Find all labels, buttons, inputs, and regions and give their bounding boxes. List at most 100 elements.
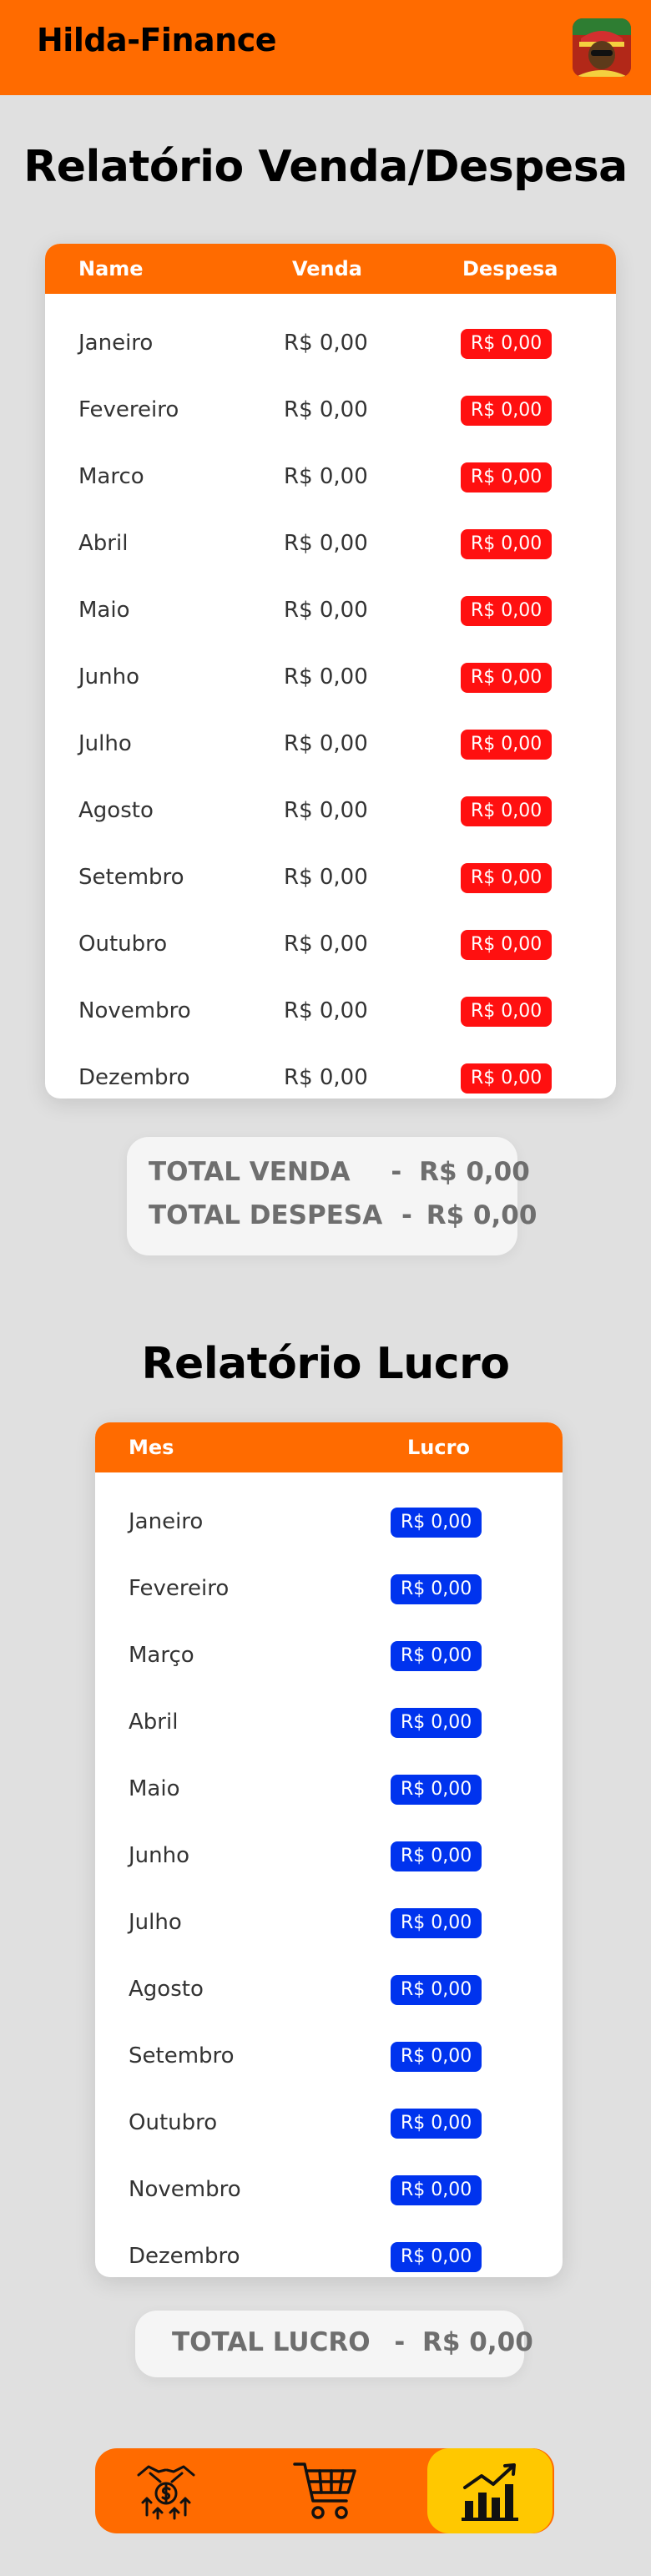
despesa-badge: R$ 0,00 <box>461 1063 553 1094</box>
month-name: Marco <box>78 464 144 489</box>
table-header: Name Venda Despesa <box>45 244 616 294</box>
nav-item-relatorios[interactable] <box>427 2448 553 2533</box>
month-name: Outubro <box>78 932 168 957</box>
lucro-badge: R$ 0,00 <box>391 1641 482 1671</box>
table-row: Dezembro R$ 0,00 <box>95 2224 563 2277</box>
venda-despesa-title: Relatório Venda/Despesa <box>23 142 628 192</box>
lucro-badge: R$ 0,00 <box>391 1708 482 1738</box>
total-venda-label: TOTAL VENDA <box>149 1157 351 1187</box>
column-header-mes: Mes <box>129 1436 174 1459</box>
table-row: Fevereiro R$ 0,00 <box>95 1556 563 1623</box>
total-lucro-line: TOTAL LUCRO - R$ 0,00 <box>172 2327 533 2357</box>
table-row: Julho R$ 0,00 R$ 0,00 <box>45 711 616 778</box>
venda-value: R$ 0,00 <box>284 731 368 756</box>
month-name: Junho <box>78 664 140 689</box>
lucro-badge: R$ 0,00 <box>391 1508 482 1538</box>
lucro-badge: R$ 0,00 <box>391 2109 482 2139</box>
table-row: Novembro R$ 0,00 <box>95 2157 563 2224</box>
table-row: Dezembro R$ 0,00 R$ 0,00 <box>45 1045 616 1099</box>
month-name: Abril <box>78 531 129 556</box>
total-lucro-box: TOTAL LUCRO - R$ 0,00 <box>135 2311 533 2377</box>
despesa-badge: R$ 0,00 <box>461 329 553 359</box>
lucro-title: Relatório Lucro <box>141 1339 510 1389</box>
total-lucro-value: R$ 0,00 <box>422 2327 533 2357</box>
table-row: Fevereiro R$ 0,00 R$ 0,00 <box>45 377 616 444</box>
table-row: Marco R$ 0,00 R$ 0,00 <box>45 444 616 511</box>
month-name: Setembro <box>78 865 184 890</box>
despesa-badge: R$ 0,00 <box>461 863 553 893</box>
month-name: Maio <box>78 598 130 623</box>
column-header-despesa: Despesa <box>462 257 558 280</box>
table-row: Junho R$ 0,00 <box>95 1823 563 1890</box>
separator: - <box>401 1200 412 1230</box>
lucro-badge: R$ 0,00 <box>391 1841 482 1871</box>
venda-despesa-table: Name Venda Despesa Janeiro R$ 0,00 R$ 0,00… <box>45 244 616 1099</box>
table-row: Maio R$ 0,00 R$ 0,00 <box>45 578 616 644</box>
venda-value: R$ 0,00 <box>284 598 368 623</box>
lucro-badge: R$ 0,00 <box>391 1775 482 1805</box>
month-name: Julho <box>129 1910 182 1935</box>
separator: - <box>391 1157 402 1187</box>
lucro-badge: R$ 0,00 <box>391 2042 482 2072</box>
venda-value: R$ 0,00 <box>284 331 368 356</box>
venda-value: R$ 0,00 <box>284 998 368 1023</box>
venda-value: R$ 0,00 <box>284 531 368 556</box>
table-row: Outubro R$ 0,00 <box>95 2090 563 2157</box>
lucro-badge: R$ 0,00 <box>391 2242 482 2272</box>
app-title: Hilda-Finance <box>37 22 277 58</box>
month-name: Abril <box>129 1710 179 1735</box>
month-name: Agosto <box>129 1977 204 2002</box>
table-row: Janeiro R$ 0,00 <box>95 1489 563 1556</box>
column-header-venda: Venda <box>292 257 362 280</box>
month-name: Dezembro <box>78 1065 190 1090</box>
lucro-badge: R$ 0,00 <box>391 1975 482 2005</box>
despesa-badge: R$ 0,00 <box>461 462 553 492</box>
column-header-name: Name <box>78 257 144 280</box>
nav-item-vendas[interactable] <box>103 2448 229 2533</box>
bar-chart-icon <box>462 2463 518 2521</box>
venda-value: R$ 0,00 <box>284 932 368 957</box>
venda-value: R$ 0,00 <box>284 798 368 823</box>
table-row: Agosto R$ 0,00 <box>95 1957 563 2023</box>
despesa-badge: R$ 0,00 <box>461 796 553 826</box>
month-name: Maio <box>129 1776 180 1801</box>
venda-value: R$ 0,00 <box>284 865 368 890</box>
shopping-cart-icon <box>293 2462 356 2519</box>
table-row: Março R$ 0,00 <box>95 1623 563 1690</box>
lucro-badge: R$ 0,00 <box>391 2175 482 2205</box>
month-name: Novembro <box>78 998 191 1023</box>
table-row: Novembro R$ 0,00 R$ 0,00 <box>45 978 616 1045</box>
nav-item-compras[interactable] <box>262 2448 387 2533</box>
table-row: Setembro R$ 0,00 <box>95 2023 563 2090</box>
total-despesa-line: TOTAL DESPESA - R$ 0,00 <box>149 1200 537 1230</box>
month-name: Novembro <box>129 2177 241 2202</box>
month-name: Junho <box>129 1843 190 1868</box>
venda-value: R$ 0,00 <box>284 1065 368 1090</box>
month-name: Fevereiro <box>78 397 179 422</box>
bottom-nav <box>95 2448 554 2533</box>
table-row: Maio R$ 0,00 <box>95 1756 563 1823</box>
total-venda-value: R$ 0,00 <box>419 1157 530 1187</box>
total-despesa-label: TOTAL DESPESA <box>149 1200 383 1230</box>
despesa-badge: R$ 0,00 <box>461 529 553 559</box>
month-name: Agosto <box>78 798 154 823</box>
lucro-badge: R$ 0,00 <box>391 1908 482 1938</box>
avatar-image <box>573 18 631 77</box>
table-row: Abril R$ 0,00 <box>95 1690 563 1756</box>
total-venda-despesa-box: TOTAL VENDA - R$ 0,00 TOTAL DESPESA - R$… <box>127 1137 537 1255</box>
month-name: Março <box>129 1643 194 1668</box>
total-lucro-label: TOTAL LUCRO <box>172 2327 371 2357</box>
table-row: Agosto R$ 0,00 R$ 0,00 <box>45 778 616 845</box>
month-name: Julho <box>78 731 132 756</box>
despesa-badge: R$ 0,00 <box>461 930 553 960</box>
money-hand-icon <box>137 2465 195 2520</box>
month-name: Janeiro <box>129 1509 204 1534</box>
despesa-badge: R$ 0,00 <box>461 396 553 426</box>
venda-value: R$ 0,00 <box>284 664 368 689</box>
total-venda-line: TOTAL VENDA - R$ 0,00 <box>149 1157 530 1187</box>
month-name: Setembro <box>129 2043 235 2068</box>
avatar[interactable] <box>573 18 631 77</box>
total-despesa-value: R$ 0,00 <box>426 1200 537 1230</box>
table-row: Abril R$ 0,00 R$ 0,00 <box>45 511 616 578</box>
month-name: Fevereiro <box>129 1576 230 1601</box>
